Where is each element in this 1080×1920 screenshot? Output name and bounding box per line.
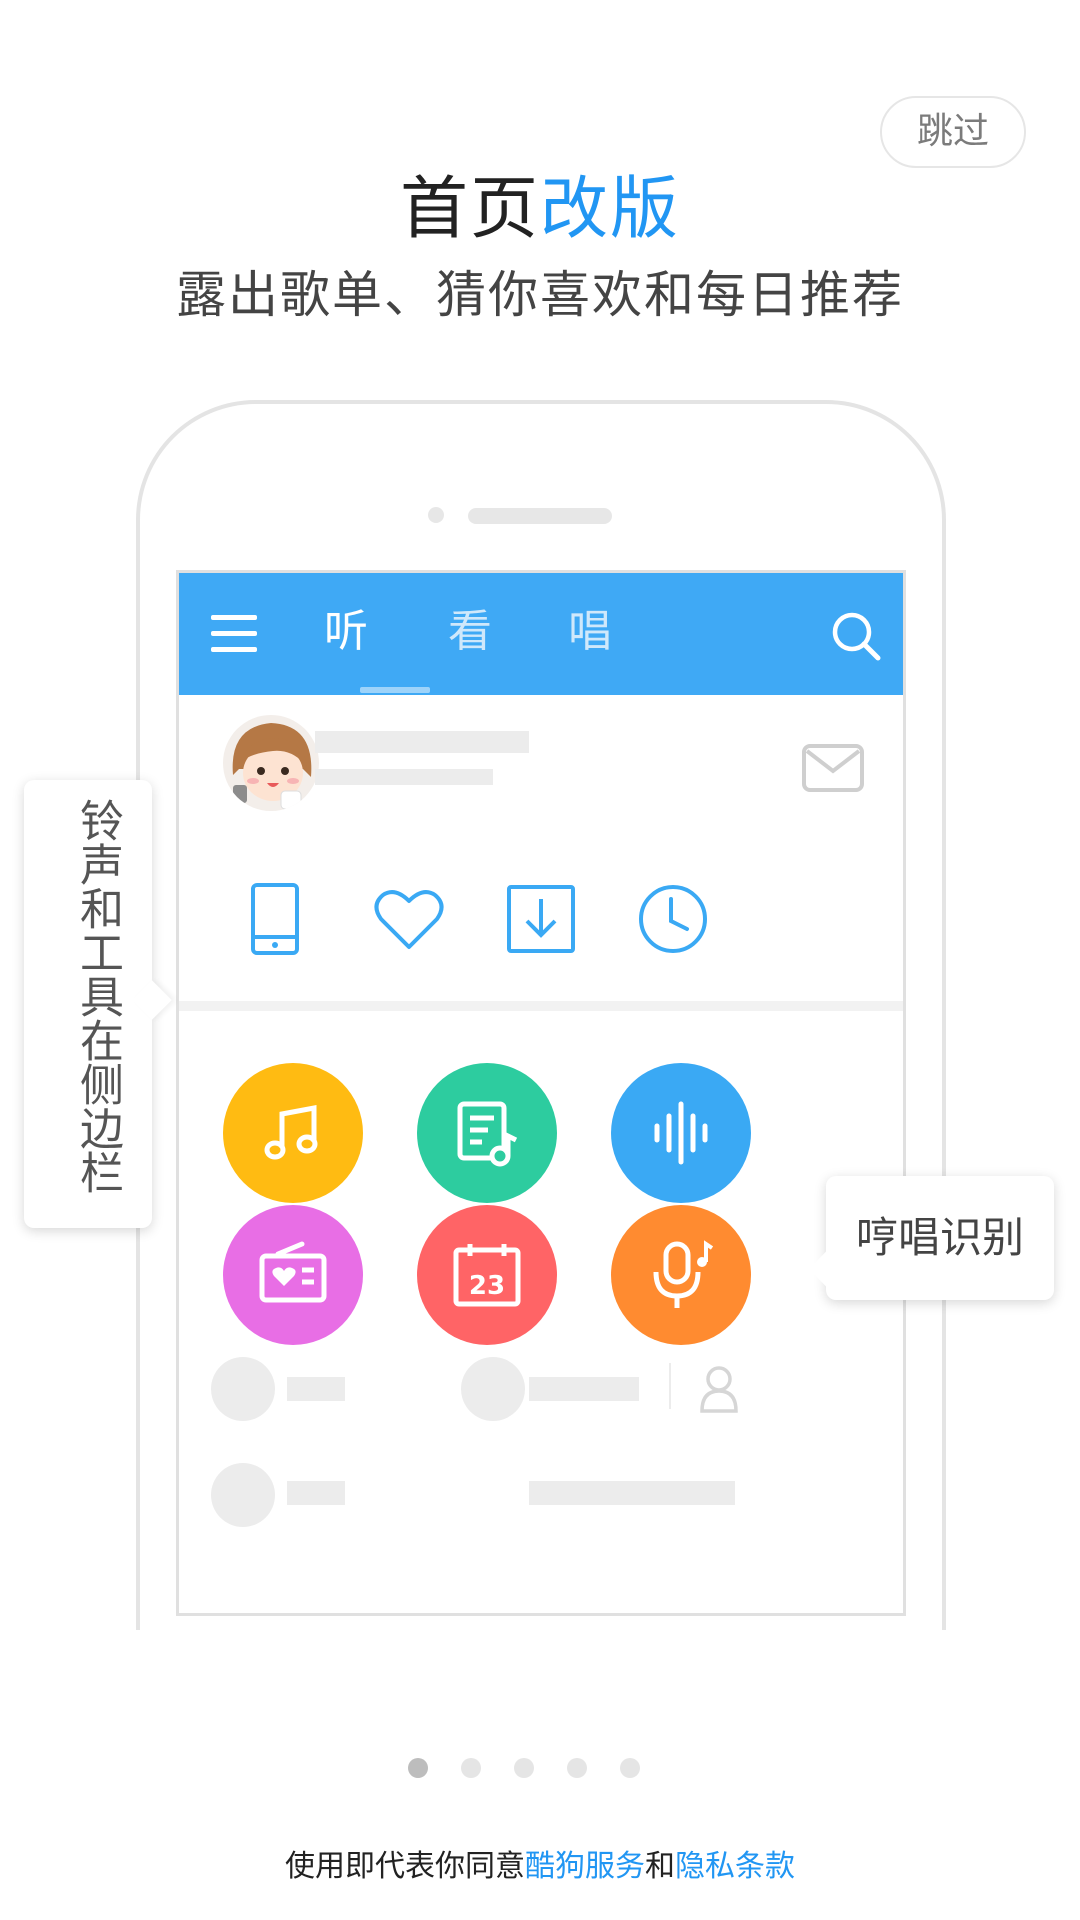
download-icon [507,885,575,953]
placeholder-text [529,1481,735,1505]
humming-tip-text: 哼唱识别 [855,1213,1024,1262]
terms-joiner: 和 [645,1849,675,1884]
phone-camera [428,507,444,523]
section-divider [179,1001,903,1011]
humming-recognition-button [611,1205,751,1345]
tab-sing: 唱 [568,606,612,657]
placeholder-text [287,1481,345,1505]
menu-icon [211,611,261,657]
page-title: 首页改版 [0,160,1080,260]
title-part-2-highlight: 改版 [540,170,681,249]
music-note-icon [264,1104,318,1160]
heart-icon [374,890,444,949]
microphone-icon [653,1240,714,1308]
vertical-divider [669,1363,671,1409]
page-indicator [408,1758,644,1780]
page-dot-1[interactable] [408,1758,428,1778]
playlist-button [417,1063,557,1203]
placeholder-avatar [211,1357,275,1421]
placeholder-username [315,731,529,753]
phone-speaker [468,508,612,524]
radio-button [223,1205,363,1345]
humming-tip: 哼唱识别 [808,1176,1054,1300]
privacy-policy-link[interactable]: 隐私条款 [675,1849,795,1884]
clock-icon [639,885,707,953]
tab-listen: 听 [324,606,368,657]
search-icon [832,612,881,661]
mail-icon [802,744,864,792]
terms-prefix: 使用即代表你同意 [285,1849,525,1884]
music-library-button [223,1063,363,1203]
placeholder-avatar [211,1463,275,1527]
placeholder-text [529,1377,639,1401]
calendar-day-text: 23 [469,1271,505,1301]
placeholder-text [287,1377,345,1401]
skip-button[interactable]: 跳过 [880,96,1026,168]
service-terms-link[interactable]: 酷狗服务 [525,1849,645,1884]
sidebar-tip: 铃声和工具在侧边栏 [24,780,172,1228]
daily-recommend-button: 23 [417,1205,557,1345]
sidebar-tip-text: 铃声和工具在侧边栏 [72,798,123,1194]
tab-watch: 看 [448,606,492,657]
title-part-1: 首页 [399,170,540,249]
phone-screen-preview: 听 看 唱 23 [176,570,906,1616]
page-subtitle: 露出歌单、猜你喜欢和每日推荐 [176,266,904,324]
page-dot-4[interactable] [567,1758,587,1778]
phone-icon [251,883,299,955]
sound-wave-icon [654,1101,708,1165]
sound-recognition-button [611,1063,751,1203]
active-tab-indicator [360,687,430,693]
calendar-icon: 23 [453,1244,521,1307]
app-topbar: 听 看 唱 [179,573,903,695]
playlist-icon [457,1101,518,1167]
page-dot-5[interactable] [620,1758,640,1778]
page-dot-2[interactable] [461,1758,481,1778]
terms-notice: 使用即代表你同意酷狗服务和隐私条款 [0,1842,1080,1892]
person-icon [700,1366,738,1413]
placeholder-avatar [461,1357,525,1421]
avatar [223,715,319,811]
placeholder-user-info [315,769,493,785]
page-dot-3[interactable] [514,1758,534,1778]
radio-icon [259,1241,327,1303]
